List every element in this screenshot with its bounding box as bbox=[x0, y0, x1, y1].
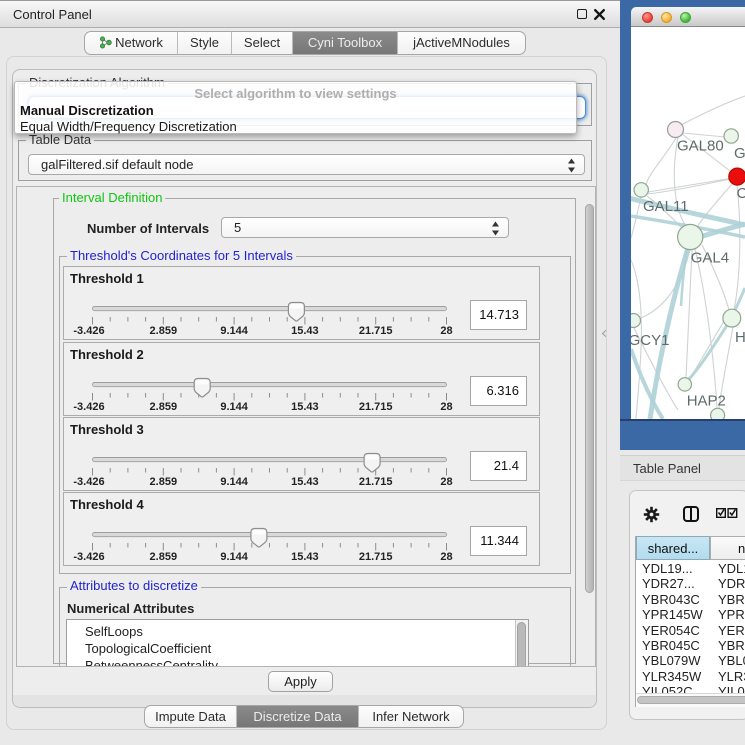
svg-text:21.715: 21.715 bbox=[359, 401, 393, 413]
svg-text:2.859: 2.859 bbox=[150, 551, 178, 563]
svg-text:28: 28 bbox=[440, 476, 452, 488]
svg-text:H: H bbox=[735, 329, 745, 346]
svg-text:9.144: 9.144 bbox=[220, 325, 248, 337]
svg-text:GAL80: GAL80 bbox=[677, 138, 724, 155]
svg-text:15.43: 15.43 bbox=[291, 551, 319, 563]
svg-text:GA: GA bbox=[734, 145, 745, 162]
svg-text:9.144: 9.144 bbox=[220, 476, 248, 488]
svg-text:28: 28 bbox=[440, 551, 452, 563]
svg-text:GAL11: GAL11 bbox=[643, 198, 689, 215]
svg-text:GCY1: GCY1 bbox=[631, 332, 669, 349]
svg-text:-3.426: -3.426 bbox=[73, 325, 104, 337]
svg-text:-3.426: -3.426 bbox=[73, 401, 104, 413]
svg-text:9.144: 9.144 bbox=[220, 401, 248, 413]
svg-text:15.43: 15.43 bbox=[291, 325, 319, 337]
svg-text:9.144: 9.144 bbox=[220, 551, 248, 563]
svg-text:21.715: 21.715 bbox=[359, 476, 393, 488]
svg-text:HAP2: HAP2 bbox=[687, 393, 726, 410]
svg-text:15.43: 15.43 bbox=[291, 476, 319, 488]
svg-text:GAL4: GAL4 bbox=[691, 250, 729, 267]
svg-text:28: 28 bbox=[440, 325, 452, 337]
svg-text:-3.426: -3.426 bbox=[73, 551, 104, 563]
svg-text:21.715: 21.715 bbox=[359, 551, 393, 563]
svg-text:28: 28 bbox=[440, 401, 452, 413]
svg-text:2.859: 2.859 bbox=[150, 476, 178, 488]
svg-text:2.859: 2.859 bbox=[150, 325, 178, 337]
svg-text:-3.426: -3.426 bbox=[73, 476, 104, 488]
svg-text:21.715: 21.715 bbox=[359, 325, 393, 337]
svg-text:15.43: 15.43 bbox=[291, 401, 319, 413]
svg-text:2.859: 2.859 bbox=[150, 401, 178, 413]
svg-text:C: C bbox=[737, 185, 745, 202]
